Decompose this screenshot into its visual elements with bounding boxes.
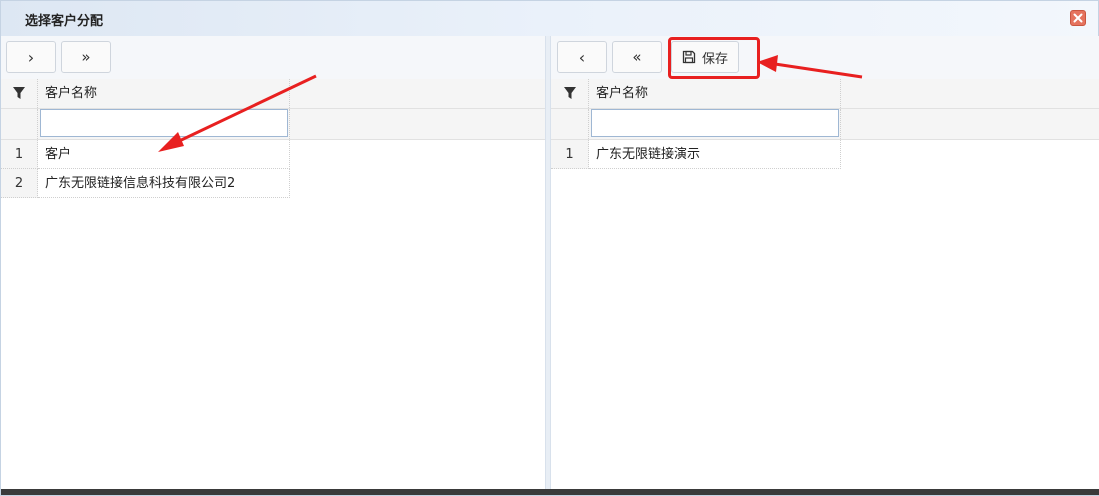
filter-toggle[interactable] [551,79,589,108]
customer-name-filter-input[interactable] [591,109,839,137]
filter-cell [38,109,290,139]
customer-name-cell[interactable]: 广东无限链接信息科技有限公司2 [38,169,290,198]
save-button[interactable]: 保存 [671,41,739,73]
right-grid: 客户名称 1 广东无限链接演示 [551,79,1099,489]
add-selected-button[interactable]: › [6,41,56,73]
save-button-label: 保存 [701,51,728,67]
column-header-customer-name[interactable]: 客户名称 [589,79,841,108]
filter-icon [13,87,25,99]
double-chevron-left-icon: « [632,48,642,66]
close-icon [1073,13,1083,23]
row-number: 1 [1,140,38,169]
dialog-titlebar: 选择客户分配 [1,1,1098,37]
left-grid: 客户名称 1 客户 2 广东无限链接信息科技有限公司2 [1,79,545,489]
chevron-left-icon: ‹ [578,47,586,67]
remove-all-button[interactable]: « [612,41,662,73]
right-toolbar: ‹ « 保存 [551,36,1099,80]
chevron-right-icon: › [27,47,35,67]
right-filter-row [551,109,1099,140]
filter-row-spacer [551,109,589,139]
filter-toggle[interactable] [1,79,38,108]
remove-selected-button[interactable]: ‹ [557,41,607,73]
customer-name-cell[interactable]: 广东无限链接演示 [589,140,841,169]
row-number: 2 [1,169,38,198]
filter-icon [564,87,576,99]
customer-name-cell[interactable]: 客户 [38,140,290,169]
assign-customer-dialog: 选择客户分配 › » 客户名称 1 客户 2 广东无限链接信息科技有限公司2 ‹… [0,0,1099,496]
column-header-customer-name[interactable]: 客户名称 [38,79,290,108]
row-number: 1 [551,140,589,169]
customer-name-filter-input[interactable] [40,109,288,137]
left-filter-row [1,109,545,140]
floppy-disk-icon [682,50,696,64]
dialog-title: 选择客户分配 [25,14,104,29]
bottom-edge [1,489,1099,495]
assigned-customers-pane: ‹ « 保存 客户名称 1 广东无限链接演示 [551,36,1099,489]
filter-cell [589,109,841,139]
available-customers-pane: › » 客户名称 1 客户 2 广东无限链接信息科技有限公司2 [1,36,545,489]
left-grid-header: 客户名称 [1,79,545,109]
close-button[interactable] [1070,10,1086,26]
filter-row-spacer [1,109,38,139]
double-chevron-right-icon: » [81,48,91,66]
right-grid-header: 客户名称 [551,79,1099,109]
add-all-button[interactable]: » [61,41,111,73]
left-toolbar: › » [1,36,545,80]
